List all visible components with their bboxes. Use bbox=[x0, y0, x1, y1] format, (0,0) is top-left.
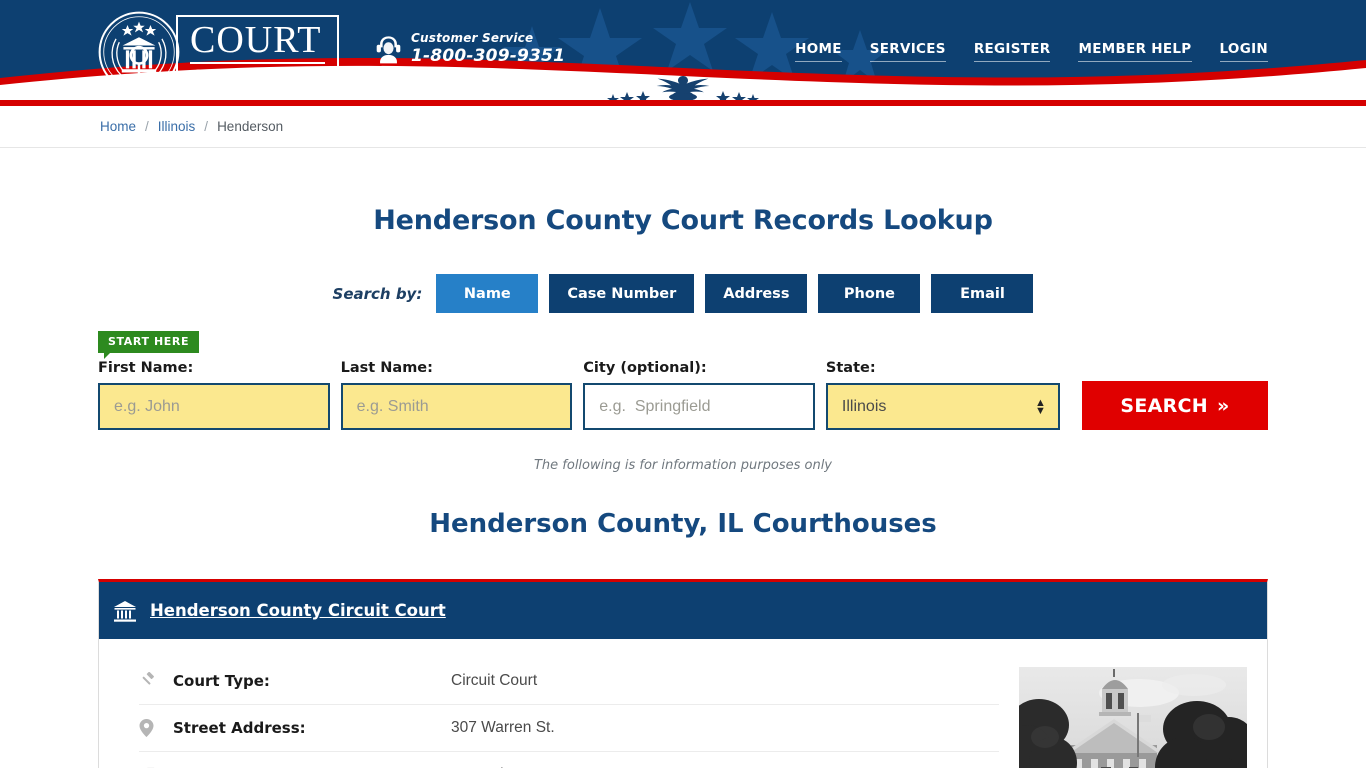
first-name-input[interactable] bbox=[98, 383, 330, 430]
detail-row-city: City: Oquawka bbox=[139, 751, 999, 768]
site-header: COURT CASE FINDER Customer Service 1-800… bbox=[0, 0, 1366, 100]
court-details-list: Court Type: Circuit Court Street Address… bbox=[99, 657, 999, 768]
search-button[interactable]: SEARCH » bbox=[1081, 381, 1269, 430]
last-name-label: Last Name: bbox=[340, 360, 433, 376]
court-photo-container bbox=[999, 657, 1267, 768]
disclaimer-text: The following is for information purpose… bbox=[533, 458, 833, 473]
breadcrumb-separator-2: / bbox=[204, 119, 209, 134]
court-name-link[interactable]: Henderson County Circuit Court bbox=[150, 601, 446, 620]
logo-wordmark: COURT CASE FINDER bbox=[176, 15, 340, 89]
court-card-body: Court Type: Circuit Court Street Address… bbox=[99, 639, 1267, 768]
state-select[interactable]: Illinois bbox=[825, 383, 1060, 430]
last-name-input[interactable] bbox=[340, 383, 573, 430]
state-label: State: bbox=[825, 360, 876, 376]
breadcrumb-illinois[interactable]: Illinois bbox=[158, 119, 196, 134]
search-form: START HERE First Name: Last Name: City (… bbox=[98, 331, 1269, 430]
nav-item-register[interactable]: REGISTER bbox=[973, 41, 1051, 62]
start-here-badge: START HERE bbox=[98, 331, 200, 359]
detail-row-street-address: Street Address: 307 Warren St. bbox=[139, 704, 999, 751]
city-label: City (optional): bbox=[583, 360, 707, 376]
customer-service-block: Customer Service 1-800-309-9351 bbox=[375, 31, 565, 66]
court-card-header: Henderson County Circuit Court bbox=[99, 582, 1267, 639]
tab-name[interactable]: Name bbox=[436, 274, 539, 313]
customer-service-label: Customer Service bbox=[411, 31, 534, 45]
gavel-icon bbox=[139, 672, 173, 689]
first-name-field-group: First Name: bbox=[98, 360, 330, 430]
tab-address[interactable]: Address bbox=[705, 274, 808, 313]
breadcrumb-home[interactable]: Home bbox=[100, 119, 136, 134]
breadcrumb: Home / Illinois / Henderson bbox=[100, 119, 283, 134]
headset-support-icon bbox=[376, 35, 401, 63]
detail-row-court-type: Court Type: Circuit Court bbox=[139, 657, 999, 704]
site-logo[interactable]: COURT CASE FINDER bbox=[98, 11, 340, 93]
courthouse-photo bbox=[1019, 667, 1247, 768]
breadcrumb-bar: Home / Illinois / Henderson bbox=[0, 106, 1366, 148]
map-pin-icon bbox=[139, 719, 173, 737]
logo-sub-text: CASE FINDER bbox=[194, 67, 326, 80]
courthouse-bank-icon bbox=[114, 600, 136, 622]
last-name-field-group: Last Name: bbox=[340, 360, 573, 430]
search-type-tabs: Search by: Name Case Number Address Phon… bbox=[0, 274, 1366, 313]
search-by-label: Search by: bbox=[332, 284, 423, 303]
court-card: Henderson County Circuit Court Court Typ… bbox=[98, 579, 1268, 768]
double-chevron-right-icon: » bbox=[1217, 394, 1230, 417]
main-navigation: HOME SERVICES REGISTER MEMBER HELP LOGIN bbox=[795, 41, 1268, 62]
nav-item-services[interactable]: SERVICES bbox=[869, 41, 946, 62]
detail-label-court-type: Court Type: bbox=[173, 671, 270, 690]
breadcrumb-separator-1: / bbox=[145, 119, 149, 134]
search-button-label: SEARCH bbox=[1120, 394, 1208, 417]
courthouses-section-title: Henderson County, IL Courthouses bbox=[429, 509, 937, 539]
tab-phone[interactable]: Phone bbox=[818, 274, 921, 313]
eagle-stars-emblem bbox=[607, 76, 759, 100]
detail-value-court-type: Circuit Court bbox=[451, 671, 538, 689]
first-name-label: First Name: bbox=[98, 360, 194, 376]
city-input[interactable] bbox=[583, 383, 815, 430]
page-title: Henderson County Court Records Lookup bbox=[373, 205, 993, 236]
page-content: Henderson County Court Records Lookup Se… bbox=[0, 205, 1366, 768]
nav-item-member-help[interactable]: MEMBER HELP bbox=[1078, 41, 1192, 62]
tab-case-number[interactable]: Case Number bbox=[549, 274, 695, 313]
nav-item-home[interactable]: HOME bbox=[795, 41, 842, 62]
nav-item-login[interactable]: LOGIN bbox=[1219, 41, 1268, 62]
detail-label-street-address: Street Address: bbox=[173, 719, 306, 737]
tab-email[interactable]: Email bbox=[931, 274, 1034, 313]
city-field-group: City (optional): bbox=[583, 360, 815, 430]
detail-value-street-address: 307 Warren St. bbox=[451, 719, 555, 736]
breadcrumb-current: Henderson bbox=[217, 119, 284, 134]
court-seal-icon bbox=[98, 11, 180, 93]
customer-service-phone[interactable]: 1-800-309-9351 bbox=[411, 46, 565, 66]
logo-main-text: COURT bbox=[190, 21, 326, 64]
state-field-group: State: Illinois ▲ ▼ bbox=[825, 360, 1060, 430]
